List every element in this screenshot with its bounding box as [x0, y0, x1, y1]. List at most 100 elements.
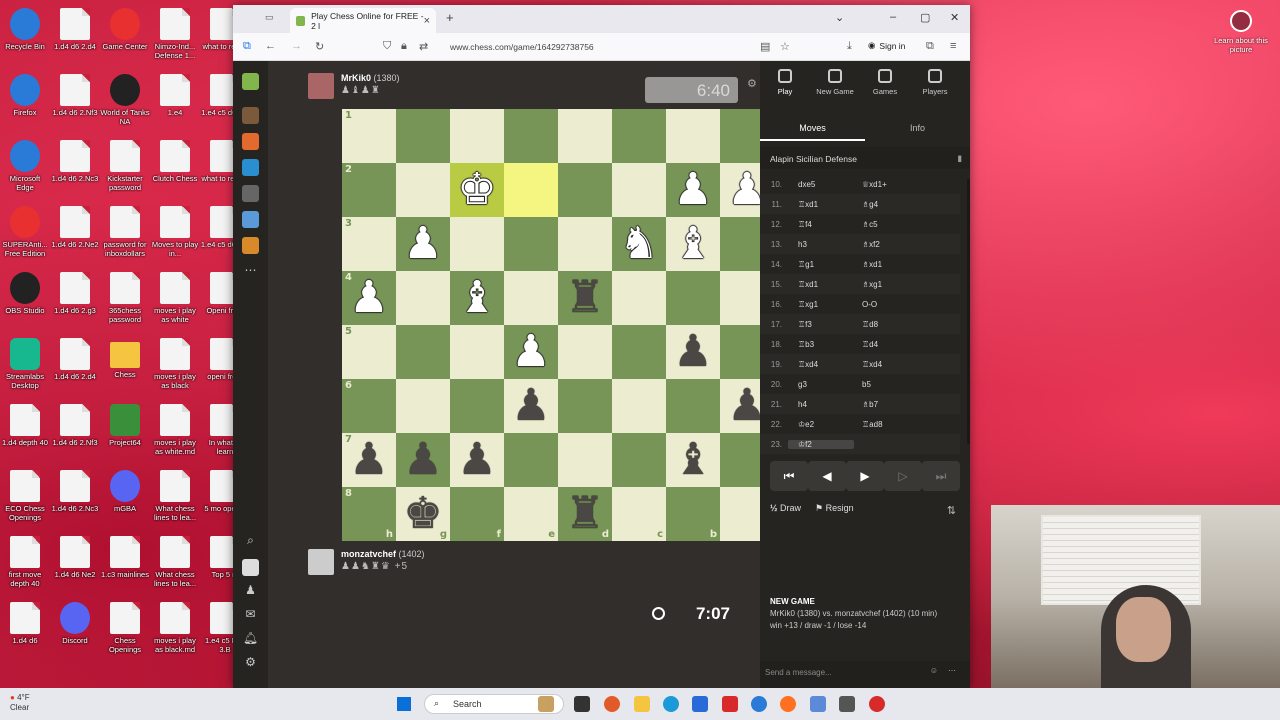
desktop-icon[interactable]: Discord — [50, 602, 100, 645]
desktop-icon[interactable]: moves i play as black — [150, 338, 200, 390]
file-explorer-icon[interactable] — [634, 696, 650, 712]
board-square[interactable]: 5 — [342, 325, 396, 379]
board-square[interactable]: 8h — [342, 487, 396, 541]
desktop-icon[interactable]: What chess lines to lea... — [150, 536, 200, 588]
board-square[interactable] — [558, 217, 612, 271]
desktop-icon[interactable]: 1.d4 d6 2.d4 — [50, 8, 100, 51]
chess-board[interactable]: 12♚♟♟3♟♞♝4♟♝♜5♟♟6♟♟7♟♟♟♝8hg♚fed♜cba — [342, 109, 774, 541]
forward-icon[interactable]: → — [291, 40, 302, 52]
desktop-icon[interactable]: 1.e4 — [150, 74, 200, 117]
white-move[interactable]: h4 — [788, 400, 854, 409]
black-pawn-piece[interactable]: ♟ — [673, 330, 712, 374]
sidebar-icon[interactable]: ⧉ — [243, 40, 251, 53]
desktop-icon[interactable]: 1.d4 d6 Ne2 — [50, 536, 100, 579]
white-pawn-piece[interactable]: ♟ — [349, 276, 388, 320]
white-move[interactable]: ♖f3 — [788, 320, 854, 329]
board-square[interactable]: e — [504, 487, 558, 541]
flip-board-icon[interactable]: ⇅ — [947, 504, 956, 517]
board-square[interactable] — [396, 163, 450, 217]
board-square[interactable]: c — [612, 487, 666, 541]
desktop-icon[interactable]: 1.d4 d6 2.g3 — [50, 272, 100, 315]
board-square[interactable]: 1 — [342, 109, 396, 163]
learn-nav-icon[interactable] — [242, 159, 259, 176]
black-move[interactable]: ♖ad8 — [854, 420, 934, 429]
desktop-icon[interactable]: Microsoft Edge — [0, 140, 50, 192]
bookmark-star-icon[interactable]: ☆ — [780, 40, 790, 53]
black-move[interactable]: ♗c5 — [854, 220, 934, 229]
white-move[interactable]: ♔e2 — [788, 420, 854, 429]
move-list[interactable]: 10. dxe5 ♕xd1+ 11. ♖xd1 ♗g4 12. ♖f4 ♗c5 13. h3 ♗xf2… — [760, 174, 960, 454]
board-square[interactable]: ♟ — [450, 433, 504, 487]
board-square[interactable] — [504, 217, 558, 271]
board-square[interactable] — [450, 217, 504, 271]
desktop-icon[interactable]: 1.c3 mainlines — [100, 536, 150, 579]
first-move-button[interactable]: ⏮ — [770, 461, 808, 491]
obs-taskbar-icon[interactable] — [839, 696, 855, 712]
watch-nav-icon[interactable] — [242, 185, 259, 202]
desktop-icon[interactable]: mGBA — [100, 470, 150, 513]
black-move[interactable]: O-O — [854, 300, 934, 309]
top-player-avatar[interactable] — [308, 73, 334, 99]
new-tab-icon[interactable]: + — [446, 10, 454, 25]
news-nav-icon[interactable] — [242, 211, 259, 228]
desktop-icon[interactable]: Clutch Chess — [150, 140, 200, 183]
white-move[interactable]: g3 — [788, 380, 854, 389]
notifications-nav-icon[interactable]: 🔔︎ — [242, 631, 259, 648]
black-rook-piece[interactable]: ♜ — [565, 492, 604, 536]
draw-button[interactable]: ½ Draw — [770, 503, 801, 514]
board-square[interactable] — [558, 163, 612, 217]
desktop-icon[interactable]: Chess — [100, 338, 150, 379]
board-square[interactable] — [558, 325, 612, 379]
store-icon[interactable] — [692, 696, 708, 712]
close-tab-icon[interactable]: × — [424, 15, 430, 27]
maximize-icon[interactable]: ▢ — [920, 11, 930, 24]
bottom-player-name[interactable]: monzatvchef — [341, 549, 396, 559]
desktop-icon[interactable]: Streamlabs Desktop — [0, 338, 50, 390]
white-bishop-piece[interactable]: ♝ — [457, 276, 496, 320]
board-square[interactable] — [504, 271, 558, 325]
white-pawn-piece[interactable]: ♟ — [403, 222, 442, 266]
white-knight-piece[interactable]: ♞ — [619, 222, 658, 266]
reader-icon[interactable]: ▤ — [760, 40, 770, 53]
desktop-icon[interactable]: Moves to play in... — [150, 206, 200, 258]
download-icon[interactable]: ⤓ — [847, 40, 852, 53]
play-nav-icon[interactable] — [242, 107, 259, 124]
search-nav-icon[interactable]: ⌕ — [242, 533, 259, 550]
desktop-icon[interactable]: Game Center — [100, 8, 150, 51]
black-pawn-piece[interactable]: ♟ — [349, 438, 388, 482]
desktop-icon[interactable]: ECO Chess Openings — [0, 470, 50, 522]
tab-dropdown-icon[interactable]: ⌄ — [835, 11, 844, 24]
url-text[interactable]: www.chess.com/game/164292738756 — [450, 42, 594, 52]
black-move[interactable]: ♗b7 — [854, 400, 934, 409]
close-window-icon[interactable]: ✕ — [950, 11, 959, 24]
desktop-icon[interactable]: 1.d4 d6 2.Nc3 — [50, 140, 100, 183]
desktop-icon[interactable]: What chess lines to lea... — [150, 470, 200, 522]
black-move[interactable]: ♗xf2 — [854, 240, 934, 249]
tab-info[interactable]: Info — [865, 117, 970, 141]
panel-nav-play[interactable]: Play — [760, 61, 810, 117]
opening-name[interactable]: Alapin Sicilian Defense ▮ — [760, 147, 970, 169]
board-square[interactable] — [666, 271, 720, 325]
task-view-icon[interactable] — [574, 696, 590, 712]
black-move[interactable]: ♖d8 — [854, 320, 934, 329]
board-square[interactable]: ♞ — [612, 217, 666, 271]
white-king-piece[interactable]: ♚ — [457, 168, 496, 212]
previous-move-button[interactable]: ◀ — [808, 461, 846, 491]
board-square[interactable]: ♟ — [396, 433, 450, 487]
board-square[interactable]: 7 ♟ — [342, 433, 396, 487]
friends-nav-icon[interactable]: ♟ — [242, 583, 259, 600]
panel-nav-new-game[interactable]: New Game — [810, 61, 860, 117]
lock-icon[interactable]: 🔒︎ — [401, 40, 407, 53]
white-move[interactable]: dxe5 — [788, 180, 854, 189]
board-square[interactable]: ♟ — [396, 217, 450, 271]
desktop-icon[interactable]: moves i play as white — [150, 272, 200, 324]
desktop-icon[interactable]: 1.d4 d6 2.Nf3 — [50, 404, 100, 447]
minimize-icon[interactable]: – — [890, 11, 896, 23]
board-square[interactable] — [612, 325, 666, 379]
board-square[interactable]: ♟ — [504, 379, 558, 433]
chess-logo-icon[interactable] — [242, 73, 259, 90]
board-square[interactable]: 6 — [342, 379, 396, 433]
desktop-icon[interactable]: 365chess password — [100, 272, 150, 324]
puzzles-nav-icon[interactable] — [242, 133, 259, 150]
black-move[interactable]: ♕xd1+ — [854, 180, 934, 189]
